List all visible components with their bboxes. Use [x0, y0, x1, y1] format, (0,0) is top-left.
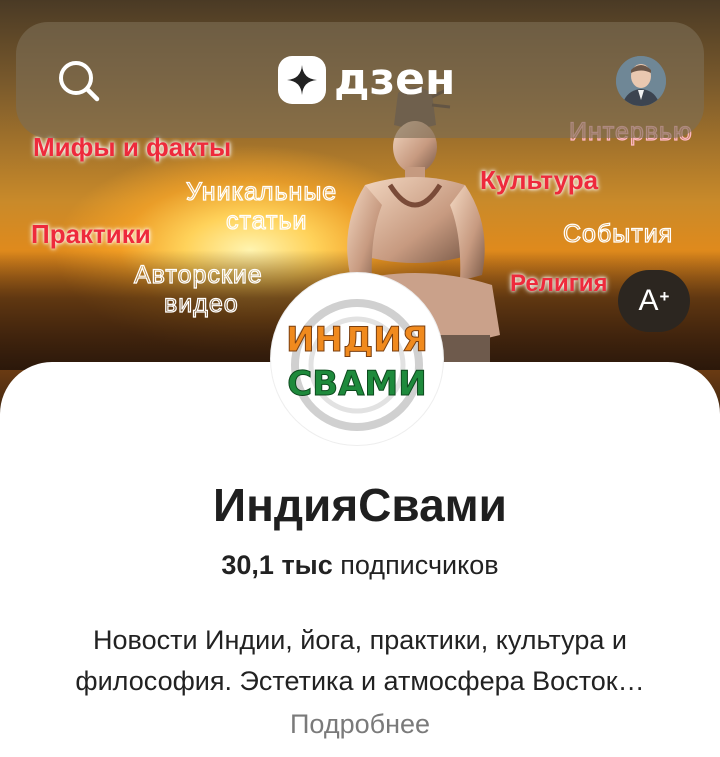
cover-word-practices: Практики	[31, 219, 151, 249]
more-link[interactable]: Подробнее	[0, 709, 720, 740]
subscribers-count: 30,1 тыс	[221, 550, 333, 580]
subscribers-line: 30,1 тыс подписчиков	[0, 550, 720, 581]
search-button[interactable]	[56, 58, 102, 104]
font-size-plus: +	[659, 287, 670, 306]
channel-name: ИндияСвами	[213, 479, 507, 531]
cover-word-unique: Уникальные	[185, 178, 338, 206]
font-size-button[interactable]: A +	[618, 270, 690, 332]
user-avatar[interactable]	[616, 56, 666, 106]
cover-word-events: События	[562, 220, 674, 248]
cover-word-articles: статьи	[225, 207, 308, 235]
cover-word-culture: Культура	[480, 165, 599, 195]
cover-word-author: Авторские	[133, 261, 263, 289]
logo-text: дзен	[334, 54, 456, 105]
cover-word-religion: Религия	[510, 270, 608, 297]
user-avatar-image	[616, 56, 666, 106]
logo-line2: СВАМИ	[287, 364, 426, 404]
channel-description: Новости Индии, йога, практики, культура …	[75, 625, 645, 696]
search-icon	[59, 61, 100, 102]
subscribers-label: подписчиков	[340, 550, 499, 580]
top-app-bar: дзен	[16, 22, 704, 138]
india-swami-logo: ИНДИЯ СВАМИ	[273, 275, 441, 443]
zen-star-icon	[278, 56, 326, 104]
cover-word-video: видео	[163, 290, 239, 318]
dzen-logo[interactable]: дзен	[278, 56, 455, 104]
channel-avatar[interactable]: ИНДИЯ СВАМИ	[271, 273, 443, 445]
logo-line1: ИНДИЯ	[286, 320, 428, 360]
font-size-label: A	[638, 284, 659, 317]
